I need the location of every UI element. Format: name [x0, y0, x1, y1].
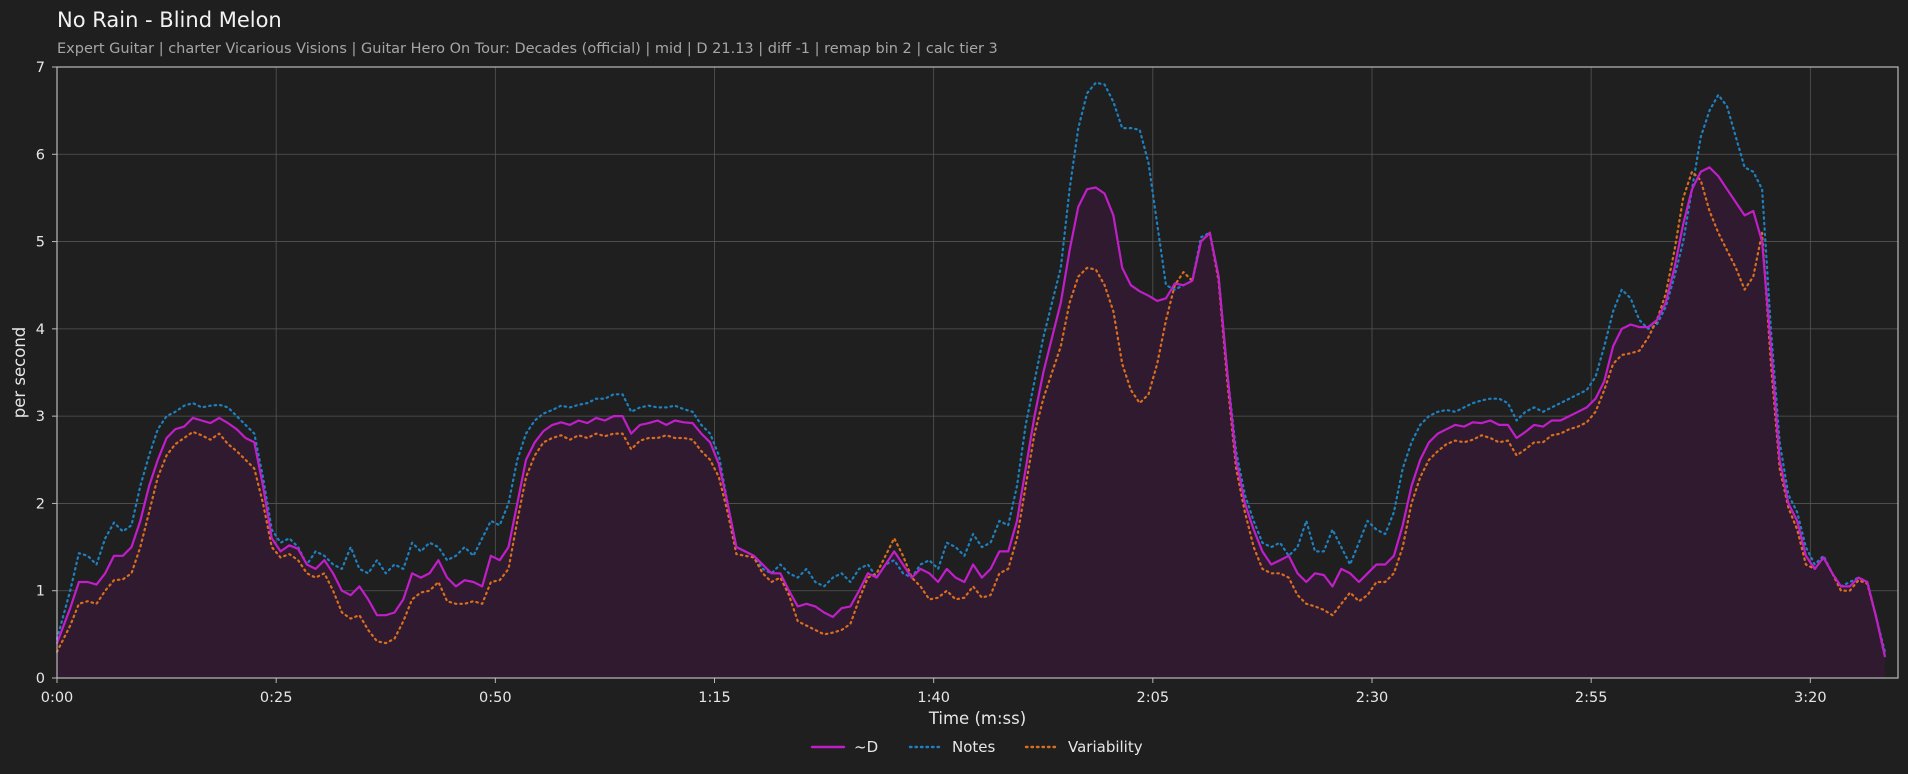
x-tick-label: 0:50: [479, 690, 512, 706]
x-tick-label: 2:55: [1575, 690, 1608, 706]
chart-figure: 0:00 0:25 0:50 1:15 1:40 2:05 2:30 2:55 3:20 0 1 2 3…: [10, 60, 1899, 756]
y-axis-label: per second: [10, 327, 29, 419]
legend-item: ~D: [810, 738, 878, 756]
legend-label: Variability: [1068, 738, 1143, 756]
x-tick-label: 1:15: [698, 690, 731, 706]
area-fill: [57, 167, 1885, 678]
legend-label: Notes: [952, 738, 996, 756]
y-tick-label: 5: [36, 235, 45, 251]
legend-item: Notes: [908, 738, 996, 756]
y-tick-label: 3: [36, 409, 45, 425]
y-tick-label: 2: [36, 496, 45, 512]
legend-item: Variability: [1024, 738, 1143, 756]
x-axis-label: Time (m:ss): [928, 709, 1026, 728]
y-tick-label: 6: [36, 147, 45, 163]
x-tick-label: 0:25: [260, 690, 293, 706]
x-tick-label: 1:40: [917, 690, 950, 706]
x-tick-label: 2:30: [1356, 690, 1389, 706]
y-tick-label: 4: [36, 322, 45, 338]
y-tick-label: 0: [36, 671, 45, 687]
series-fill-d: [57, 167, 1885, 678]
y-tick-label: 1: [36, 584, 45, 600]
legend-label: ~D: [854, 738, 878, 756]
y-tick-label: 7: [36, 60, 45, 76]
x-tick-label: 0:00: [41, 690, 74, 706]
x-tick-label: 3:20: [1794, 690, 1827, 706]
x-tick-label: 2:05: [1137, 690, 1170, 706]
legend: ~D Notes Variability: [810, 738, 1143, 756]
